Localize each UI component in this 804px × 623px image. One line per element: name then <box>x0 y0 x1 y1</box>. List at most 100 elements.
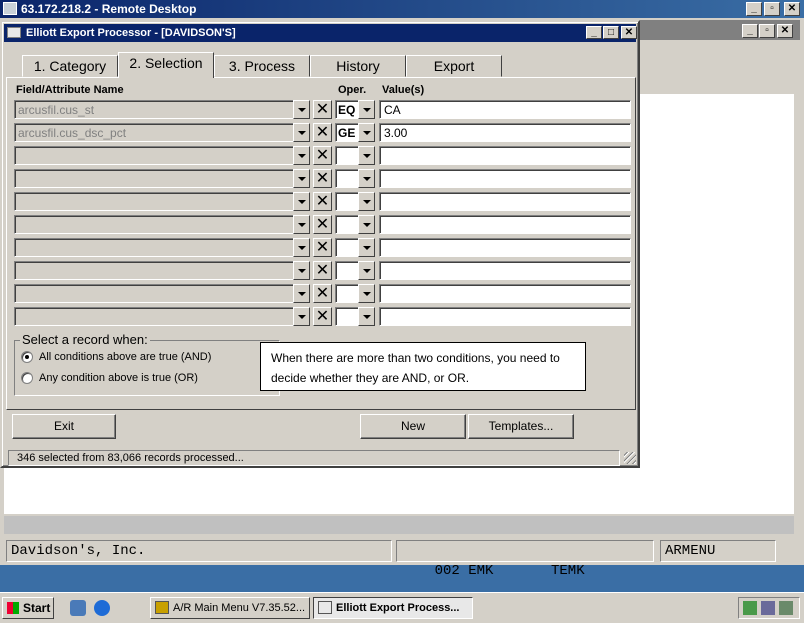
field-dropdown-icon[interactable] <box>293 238 310 257</box>
show-desktop-icon[interactable] <box>70 600 86 616</box>
field-dropdown-icon[interactable] <box>293 261 310 280</box>
clear-row-icon[interactable]: ✕ <box>313 169 332 188</box>
operator-dropdown-icon[interactable] <box>358 169 375 188</box>
bg-minimize-button[interactable]: _ <box>742 24 758 38</box>
value-input[interactable] <box>379 192 631 211</box>
restore-button[interactable]: ▫ <box>764 2 780 16</box>
operator-combo[interactable] <box>335 261 359 280</box>
value-input[interactable] <box>379 238 631 257</box>
operator-dropdown-icon[interactable] <box>358 146 375 165</box>
operator-combo[interactable]: GE <box>335 123 359 142</box>
field-dropdown-icon[interactable] <box>293 146 310 165</box>
field-dropdown-icon[interactable] <box>293 192 310 211</box>
status-company: Davidson's, Inc. <box>6 540 392 562</box>
value-input[interactable] <box>379 307 631 326</box>
operator-combo[interactable] <box>335 192 359 211</box>
operator-combo[interactable] <box>335 169 359 188</box>
radio-and-label[interactable]: All conditions above are true (AND) <box>39 351 211 363</box>
field-name-combo[interactable] <box>14 215 294 234</box>
clear-row-icon[interactable]: ✕ <box>313 261 332 280</box>
clear-row-icon[interactable]: ✕ <box>313 123 332 142</box>
criteria-row: ✕ <box>14 284 634 304</box>
minimize-button[interactable]: _ <box>746 2 762 16</box>
value-input[interactable] <box>379 215 631 234</box>
templates-button[interactable]: Templates... <box>468 414 574 439</box>
start-label: Start <box>23 601 51 615</box>
tab-selection[interactable]: 2. Selection <box>118 52 214 78</box>
field-name-combo[interactable] <box>14 238 294 257</box>
dialog-maximize-button[interactable]: □ <box>603 26 619 39</box>
criteria-row: ✕ <box>14 307 634 327</box>
new-button[interactable]: New <box>360 414 466 439</box>
operator-dropdown-icon[interactable] <box>358 284 375 303</box>
operator-combo[interactable] <box>335 307 359 326</box>
close-button[interactable]: ✕ <box>784 2 800 16</box>
clear-row-icon[interactable]: ✕ <box>313 215 332 234</box>
tray-shield-icon[interactable] <box>779 601 793 615</box>
field-dropdown-icon[interactable] <box>293 215 310 234</box>
dialog-minimize-button[interactable]: _ <box>586 26 602 39</box>
task-ar-main-menu[interactable]: A/R Main Menu V7.35.52... <box>150 597 310 619</box>
tab-category[interactable]: 1. Category <box>22 55 118 77</box>
field-name-combo[interactable] <box>14 261 294 280</box>
resize-grip-icon[interactable] <box>624 452 636 464</box>
criteria-row: ✕ <box>14 146 634 166</box>
field-name-combo[interactable] <box>14 169 294 188</box>
tray-tool-icon[interactable] <box>761 601 775 615</box>
operator-dropdown-icon[interactable] <box>358 261 375 280</box>
field-dropdown-icon[interactable] <box>293 307 310 326</box>
radio-or-label[interactable]: Any condition above is true (OR) <box>39 372 198 384</box>
criteria-row: arcusfil.cus_dsc_pct ✕ GE 3.00 <box>14 123 634 143</box>
operator-dropdown-icon[interactable] <box>358 238 375 257</box>
remote-desktop-titlebar: 63.172.218.2 - Remote Desktop _ ▫ ✕ <box>0 0 804 18</box>
field-dropdown-icon[interactable] <box>293 169 310 188</box>
help-tooltip: When there are more than two conditions,… <box>260 342 586 391</box>
criteria-row: ✕ <box>14 261 634 281</box>
bg-restore-button[interactable]: ▫ <box>759 24 775 38</box>
status-code: 002 EMK TEMK <box>396 540 654 579</box>
clear-row-icon[interactable]: ✕ <box>313 284 332 303</box>
operator-combo[interactable]: EQ <box>335 100 359 119</box>
clear-row-icon[interactable]: ✕ <box>313 307 332 326</box>
field-name-combo[interactable]: arcusfil.cus_st <box>14 100 294 119</box>
radio-and[interactable] <box>21 351 33 363</box>
bg-close-button[interactable]: ✕ <box>777 24 793 38</box>
tab-history[interactable]: History <box>310 55 406 77</box>
field-name-combo[interactable]: arcusfil.cus_dsc_pct <box>14 123 294 142</box>
radio-or[interactable] <box>21 372 33 384</box>
internet-explorer-icon[interactable] <box>94 600 110 616</box>
clear-row-icon[interactable]: ✕ <box>313 238 332 257</box>
value-input[interactable]: 3.00 <box>379 123 631 142</box>
clear-row-icon[interactable]: ✕ <box>313 100 332 119</box>
field-name-combo[interactable] <box>14 307 294 326</box>
field-name-combo[interactable] <box>14 146 294 165</box>
exit-button[interactable]: Exit <box>12 414 116 439</box>
tab-process[interactable]: 3. Process <box>214 55 310 77</box>
value-input[interactable] <box>379 146 631 165</box>
operator-dropdown-icon[interactable] <box>358 215 375 234</box>
operator-dropdown-icon[interactable] <box>358 307 375 326</box>
task-export-processor[interactable]: Elliott Export Process... <box>313 597 473 619</box>
start-button[interactable]: Start <box>2 597 54 619</box>
operator-dropdown-icon[interactable] <box>358 123 375 142</box>
clear-row-icon[interactable]: ✕ <box>313 192 332 211</box>
operator-dropdown-icon[interactable] <box>358 100 375 119</box>
dialog-close-button[interactable]: ✕ <box>621 26 637 39</box>
value-input[interactable]: CA <box>379 100 631 119</box>
operator-combo[interactable] <box>335 284 359 303</box>
field-dropdown-icon[interactable] <box>293 123 310 142</box>
field-dropdown-icon[interactable] <box>293 284 310 303</box>
operator-combo[interactable] <box>335 238 359 257</box>
field-name-combo[interactable] <box>14 284 294 303</box>
field-dropdown-icon[interactable] <box>293 100 310 119</box>
operator-dropdown-icon[interactable] <box>358 192 375 211</box>
operator-combo[interactable] <box>335 146 359 165</box>
value-input[interactable] <box>379 284 631 303</box>
value-input[interactable] <box>379 261 631 280</box>
tab-export[interactable]: Export <box>406 55 502 77</box>
clear-row-icon[interactable]: ✕ <box>313 146 332 165</box>
operator-combo[interactable] <box>335 215 359 234</box>
field-name-combo[interactable] <box>14 192 294 211</box>
network-icon[interactable] <box>743 601 757 615</box>
value-input[interactable] <box>379 169 631 188</box>
